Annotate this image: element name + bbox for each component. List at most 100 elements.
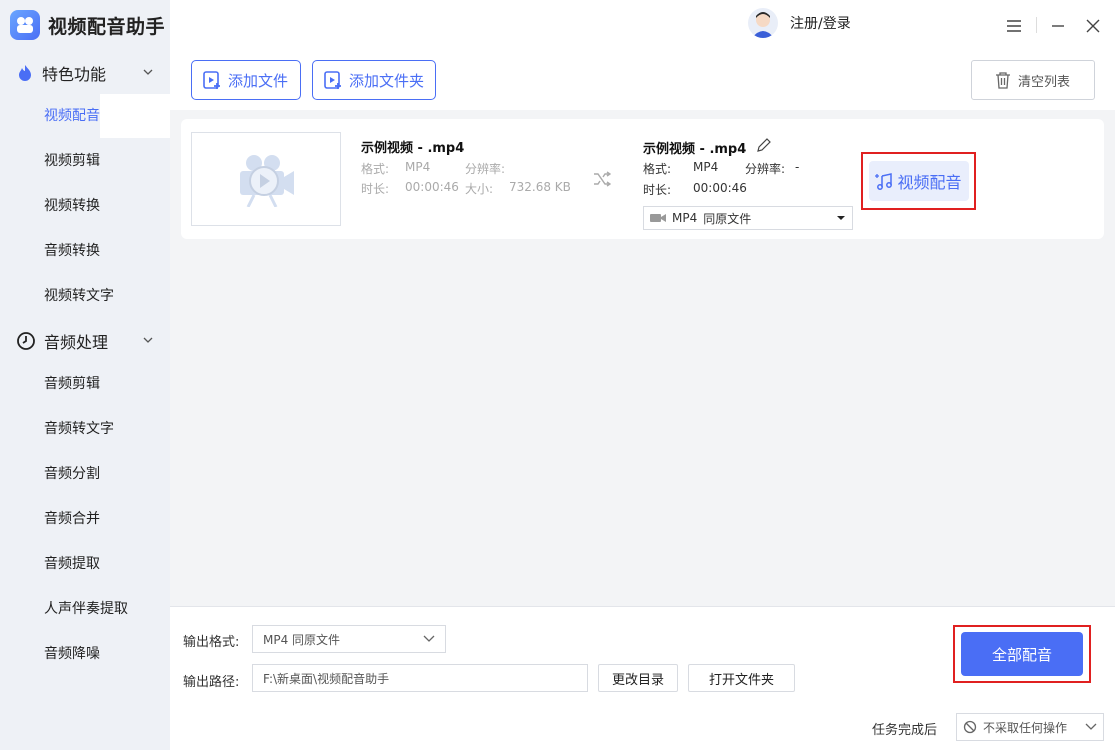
output-path-label: 输出路径: [183,675,240,690]
sidebar-item-video-to-text[interactable]: 视频转文字 [0,274,170,318]
app-logo-icon [10,10,40,40]
section-audio-label: 音频处理 [44,333,109,352]
ban-icon [963,720,977,734]
section-featured[interactable]: 特色功能 [16,58,156,88]
video-dub-button[interactable]: 视频配音 [868,161,969,201]
title-bar: 注册/登录 [170,0,1115,52]
open-folder-button[interactable]: 打开文件夹 [688,664,795,692]
sidebar: 视频配音助手 特色功能 视频配音 视频剪辑 视频转换 音频转换 视频转文字 音频… [0,0,170,750]
source-size-value: 732.68 KB [509,180,571,194]
after-task-value: 不采取任何操作 [983,720,1068,735]
after-task-select[interactable]: 不采取任何操作 [956,713,1104,741]
source-file-name: 示例视频 - .mp4 [361,141,465,156]
clock-icon [17,332,35,350]
add-folder-button[interactable]: 添加文件夹 [312,60,436,100]
change-directory-button[interactable]: 更改目录 [598,664,678,692]
output-resolution-value: - [795,160,800,174]
source-size-label: 大小: [465,182,494,196]
sidebar-item-video-convert[interactable]: 视频转换 [0,184,170,228]
file-row: 示例视频 - .mp4 格式: MP4 分辨率: 时长: 00:00:46 大小… [181,119,1104,239]
chevron-down-icon [143,337,153,343]
dub-all-button[interactable]: 全部配音 [961,632,1083,676]
menu-icon[interactable] [1002,14,1026,38]
sidebar-item-label: 视频剪辑 [44,153,100,169]
sidebar-item-label: 音频剪辑 [44,376,100,392]
output-duration-value: 00:00:46 [693,181,747,195]
output-format-dropdown[interactable]: MP4 同原文件 [252,625,446,653]
source-resolution-label: 分辨率: [465,162,506,176]
sidebar-item-label: 视频转换 [44,198,100,214]
clear-list-label: 清空列表 [1018,74,1071,90]
chevron-down-icon [423,635,435,642]
app-brand: 视频配音助手 [10,10,165,40]
caret-down-icon [837,216,845,220]
login-area[interactable]: 注册/登录 [748,8,851,38]
music-note-icon [875,173,893,190]
dub-all-highlight: 全部配音 [953,625,1091,683]
sidebar-item-audio-extract[interactable]: 音频提取 [0,542,170,586]
app-title: 视频配音助手 [48,15,166,38]
sidebar-item-label: 音频合并 [44,511,100,527]
close-icon[interactable] [1081,14,1105,38]
avatar [748,8,778,38]
file-list: 示例视频 - .mp4 格式: MP4 分辨率: 时长: 00:00:46 大小… [170,110,1115,606]
trash-icon [996,72,1010,89]
output-path-field[interactable]: F:\新桌面\视频配音助手 [252,664,588,692]
output-format-select[interactable]: MP4 同原文件 [643,206,853,230]
sidebar-item-audio-split[interactable]: 音频分割 [0,452,170,496]
flame-icon [19,65,31,81]
video-camera-icon [240,155,294,207]
sidebar-item-denoise[interactable]: 音频降噪 [0,632,170,676]
toolbar: 添加文件 添加文件夹 清空列表 [170,52,1115,110]
output-settings: 输出格式: MP4 同原文件 输出路径: F:\新桌面\视频配音助手 更改目录 … [170,606,1115,750]
section-audio[interactable]: 音频处理 [16,326,156,356]
output-resolution-label: 分辨率: [745,162,786,176]
source-format-value: MP4 [405,160,431,174]
add-folder-icon [324,71,341,89]
sidebar-item-vocal-extract[interactable]: 人声伴奏提取 [0,587,170,631]
output-duration-label: 时长: [643,183,672,197]
source-duration-value: 00:00:46 [405,180,459,194]
sidebar-item-label: 音频降噪 [44,646,100,662]
sidebar-item-label: 人声伴奏提取 [44,601,128,617]
divider [1036,17,1037,33]
sidebar-item-label: 视频配音 [44,108,100,124]
sidebar-item-audio-merge[interactable]: 音频合并 [0,497,170,541]
video-thumbnail[interactable] [191,132,341,226]
source-format-label: 格式: [361,162,390,176]
clear-list-button[interactable]: 清空列表 [971,60,1095,100]
output-format-label: 格式: [643,162,672,176]
video-dub-label: 视频配音 [897,173,962,192]
sidebar-item-label: 音频转文字 [44,421,114,437]
chevron-down-icon [1085,723,1097,730]
sidebar-item-label: 音频提取 [44,556,100,572]
sidebar-item-video-edit[interactable]: 视频剪辑 [0,139,170,183]
select-quality-value: 同原文件 [703,211,752,226]
section-featured-label: 特色功能 [42,65,107,84]
sidebar-item-audio-edit[interactable]: 音频剪辑 [0,362,170,406]
minimize-icon[interactable] [1046,14,1070,38]
output-format-value: MP4 [693,160,719,174]
after-task-label: 任务完成后 [872,723,938,738]
shuffle-icon [594,171,611,187]
chevron-down-icon [143,69,153,75]
select-format-value: MP4 [672,211,698,225]
output-format-dropdown-value: MP4 同原文件 [263,632,341,647]
dub-highlight: 视频配音 [861,152,976,210]
video-icon [650,214,666,222]
sidebar-item-label: 音频转换 [44,243,100,259]
source-duration-label: 时长: [361,182,390,196]
sidebar-item-label: 音频分割 [44,466,100,482]
add-folder-label: 添加文件夹 [349,71,425,90]
add-file-button[interactable]: 添加文件 [191,60,301,100]
sidebar-item-label: 视频转文字 [44,288,114,304]
edit-pencil-icon[interactable] [757,138,771,152]
add-file-label: 添加文件 [228,71,289,90]
output-path-value: F:\新桌面\视频配音助手 [263,671,390,686]
login-link[interactable]: 注册/登录 [790,13,851,33]
output-format-label: 输出格式: [183,635,240,650]
sidebar-item-audio-convert[interactable]: 音频转换 [0,229,170,273]
output-file-name: 示例视频 - .mp4 [643,142,747,157]
sidebar-item-audio-to-text[interactable]: 音频转文字 [0,407,170,451]
sidebar-item-video-dubbing[interactable]: 视频配音 [0,94,170,138]
